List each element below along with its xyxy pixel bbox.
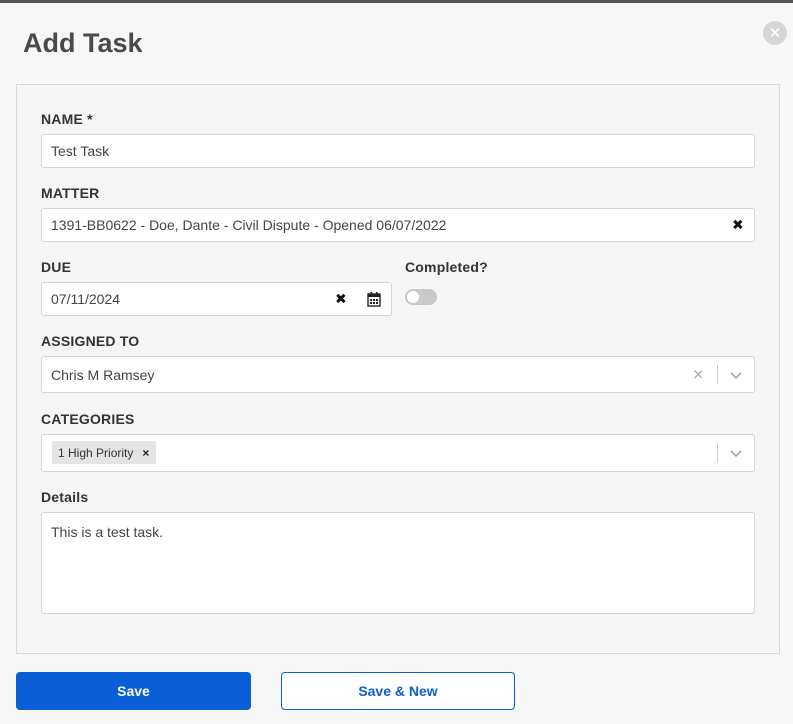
toggle-knob bbox=[407, 291, 419, 303]
assigned-value: Chris M Ramsey bbox=[51, 366, 155, 383]
save-and-new-button[interactable]: Save & New bbox=[281, 672, 515, 710]
assigned-clear-icon[interactable]: × bbox=[693, 364, 704, 385]
matter-input[interactable]: 1391-BB0622 - Doe, Dante - Civil Dispute… bbox=[41, 208, 755, 242]
matter-value: 1391-BB0622 - Doe, Dante - Civil Dispute… bbox=[51, 217, 447, 233]
save-button[interactable]: Save bbox=[16, 672, 251, 710]
chevron-down-icon[interactable] bbox=[726, 443, 746, 463]
details-value: This is a test task. bbox=[51, 524, 164, 540]
matter-clear-icon[interactable]: ✖ bbox=[732, 217, 744, 234]
chevron-down-icon[interactable] bbox=[726, 365, 746, 385]
select-separator bbox=[717, 365, 718, 384]
select-separator bbox=[717, 443, 718, 463]
assigned-select[interactable]: Chris M Ramsey × bbox=[41, 356, 755, 393]
due-date-input[interactable]: 07/11/2024 ✖ bbox=[41, 282, 392, 316]
matter-label: MATTER bbox=[41, 185, 100, 201]
assigned-label: ASSIGNED TO bbox=[41, 333, 140, 349]
completed-label: Completed? bbox=[405, 259, 488, 275]
name-value: Test Task bbox=[51, 143, 110, 159]
category-chip: 1 High Priority × bbox=[52, 441, 157, 464]
details-label: Details bbox=[41, 489, 89, 505]
name-label: NAME * bbox=[41, 111, 93, 127]
close-icon[interactable]: ✕ bbox=[763, 21, 787, 45]
add-task-modal: Add Task ✕ NAME * Test Task MATTER 1391-… bbox=[0, 0, 793, 724]
categories-label: CATEGORIES bbox=[41, 411, 135, 427]
category-chip-label: 1 High Priority bbox=[58, 445, 134, 460]
modal-title: Add Task bbox=[23, 28, 143, 58]
details-textarea[interactable]: This is a test task. bbox=[41, 512, 755, 614]
due-clear-icon[interactable]: ✖ bbox=[335, 291, 347, 308]
calendar-icon[interactable] bbox=[367, 291, 381, 307]
completed-toggle[interactable] bbox=[405, 289, 437, 305]
name-input[interactable]: Test Task bbox=[41, 134, 755, 168]
due-value: 07/11/2024 bbox=[51, 291, 121, 307]
chip-remove-icon[interactable]: × bbox=[142, 446, 149, 460]
due-label: DUE bbox=[41, 259, 72, 275]
